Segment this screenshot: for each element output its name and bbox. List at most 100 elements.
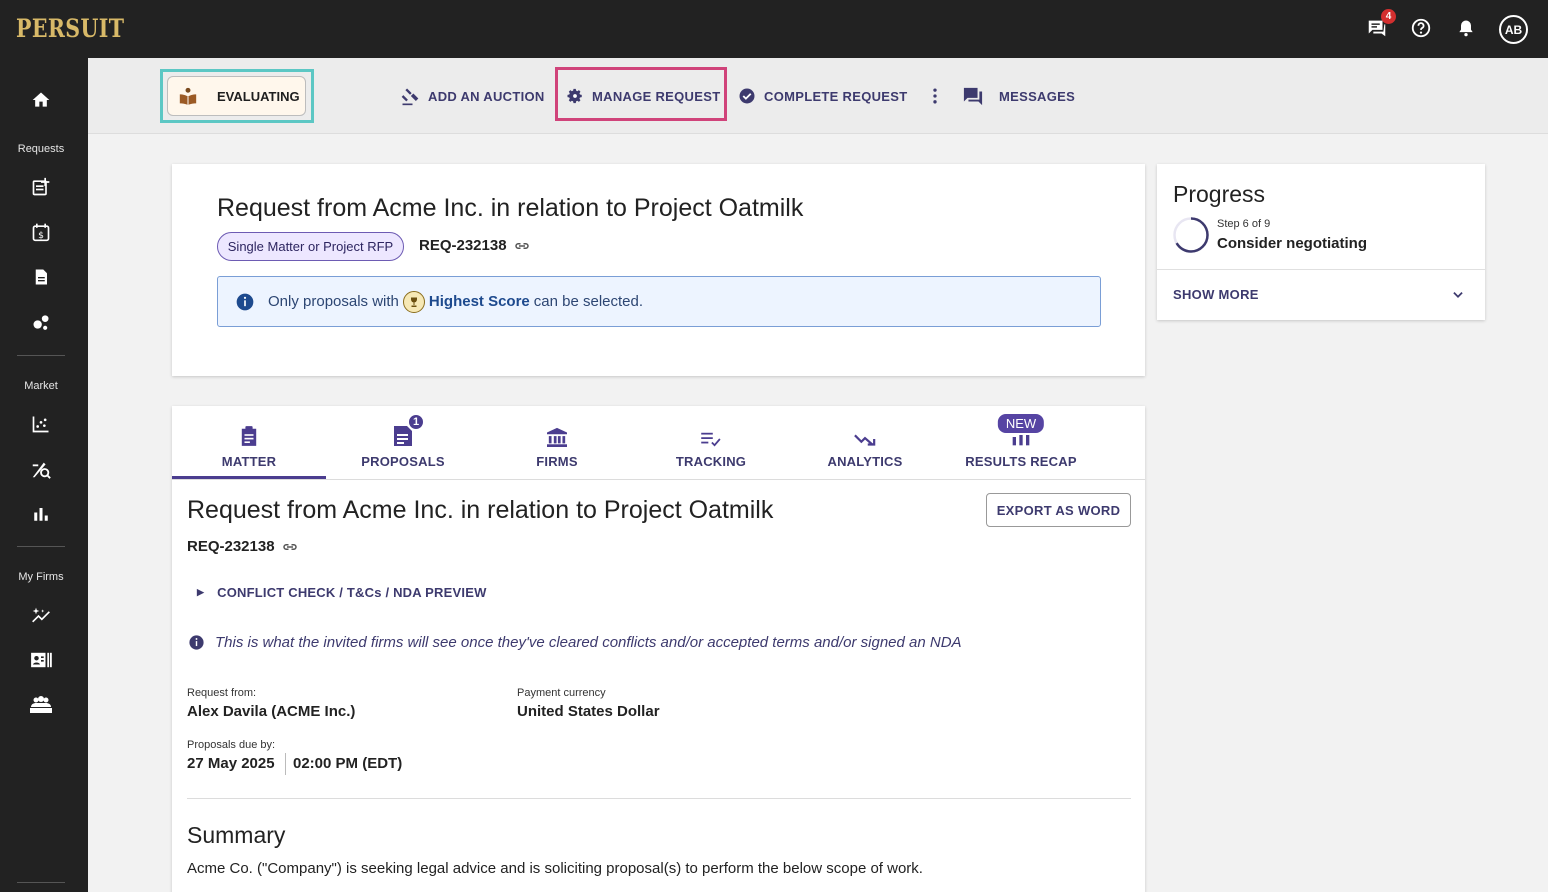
tab-proposals[interactable]: 1 PROPOSALS (326, 413, 480, 479)
tab-matter-label: MATTER (221, 454, 277, 469)
tab-matter[interactable]: MATTER (172, 415, 326, 479)
info-suffix: can be selected. (533, 293, 644, 310)
link-icon[interactable] (281, 542, 299, 552)
summary-text: Acme Co. ("Company") is seeking legal ad… (187, 860, 923, 877)
trophy-icon (402, 290, 425, 313)
clipboard-icon (241, 426, 257, 446)
chevron-down-icon[interactable] (1450, 288, 1466, 302)
show-more-button[interactable]: SHOW MORE (1173, 287, 1259, 302)
messages-count-badge: 4 (1381, 9, 1396, 24)
bubbles-icon[interactable] (29, 310, 53, 334)
messages-button[interactable]: MESSAGES (962, 86, 1075, 106)
visibility-note-text: This is what the invited firms will see … (215, 634, 962, 651)
proposals-due-time: 02:00 PM (EDT) (293, 755, 403, 772)
manage-request-button[interactable]: MANAGE REQUEST (566, 86, 720, 106)
progress-ring (1173, 217, 1209, 253)
tab-tracking[interactable]: TRACKING (634, 415, 788, 479)
progress-current-step: Consider negotiating (1217, 235, 1367, 252)
proposals-due-label: Proposals due by: (187, 739, 276, 751)
sidebar-section-requests: Requests (17, 143, 65, 155)
bar-chart-icon[interactable] (29, 502, 53, 526)
contact-card-icon[interactable] (29, 648, 53, 672)
progress-divider (1157, 269, 1485, 270)
scatter-chart-icon[interactable] (29, 412, 53, 436)
request-id-text: REQ-232138 (419, 237, 507, 254)
document-icon[interactable] (29, 265, 53, 289)
conflict-check-toggle[interactable]: ▶ CONFLICT CHECK / T&Cs / NDA PREVIEW (197, 585, 487, 600)
proposals-count-badge: 1 (407, 413, 425, 431)
info-icon (236, 293, 254, 310)
summary-heading: Summary (187, 822, 286, 848)
persuit-logo[interactable]: PERSUIT (16, 14, 124, 43)
top-bar: PERSUIT 4 AB (0, 0, 1548, 58)
tab-results-recap-label: RESULTS RECAP (965, 454, 1077, 469)
bank-icon (547, 427, 567, 447)
sidebar-divider (17, 882, 65, 883)
sparkle-trend-icon[interactable] (29, 604, 53, 628)
tab-tracking-label: TRACKING (675, 454, 747, 469)
request-type-pill: Single Matter or Project RFP (217, 232, 404, 261)
sidebar-divider (17, 355, 65, 356)
groups-icon[interactable] (29, 693, 53, 717)
more-options-button[interactable] (928, 86, 950, 106)
request-id: REQ-232138 (419, 237, 531, 254)
pen-search-icon[interactable] (29, 457, 53, 481)
gavel-icon (401, 88, 419, 106)
conflict-check-label: CONFLICT CHECK / T&Cs / NDA PREVIEW (217, 585, 487, 600)
tab-results-recap[interactable]: NEW RESULTS RECAP (944, 412, 1098, 479)
info-banner: Only proposals with Highest Score can be… (217, 276, 1101, 327)
manage-request-label: MANAGE REQUEST (592, 88, 721, 104)
check-circle-icon (739, 88, 755, 104)
tab-firms-label: FIRMS (536, 454, 578, 469)
status-label: EVALUATING (217, 88, 300, 104)
section-divider (187, 798, 1131, 799)
avatar[interactable]: AB (1499, 15, 1528, 44)
forum-icon (963, 87, 983, 106)
trend-down-icon (854, 434, 876, 446)
request-title: Request from Acme Inc. in relation to Pr… (217, 194, 804, 222)
add-auction-button[interactable]: ADD AN AUCTION (400, 86, 545, 106)
matter-request-id-text: REQ-232138 (187, 538, 275, 555)
svg-text:$: $ (38, 230, 44, 241)
tab-proposals-label: PROPOSALS (361, 454, 445, 469)
messages-label: MESSAGES (999, 88, 1076, 104)
request-from-label: Request from: (187, 687, 257, 699)
payment-currency-value: United States Dollar (517, 703, 660, 720)
matter-title: Request from Acme Inc. in relation to Pr… (187, 496, 774, 524)
reading-icon (178, 86, 198, 106)
caret-right-icon: ▶ (197, 587, 205, 597)
status-chip[interactable]: EVALUATING (167, 76, 306, 116)
request-from-value: Alex Davila (ACME Inc.) (187, 703, 356, 720)
sidebar-divider (17, 546, 65, 547)
add-auction-label: ADD AN AUCTION (428, 88, 545, 104)
new-badge: NEW (995, 412, 1047, 435)
complete-request-label: COMPLETE REQUEST (764, 88, 908, 104)
tab-bar-border (172, 479, 1145, 480)
date-time-divider (285, 753, 286, 775)
tab-firms[interactable]: FIRMS (480, 415, 634, 479)
home-icon[interactable] (29, 88, 53, 112)
proposals-due-date: 27 May 2025 (187, 755, 275, 772)
info-prefix: Only proposals with (268, 293, 399, 310)
tab-analytics-label: ANALYTICS (827, 454, 903, 469)
visibility-note: This is what the invited firms will see … (188, 634, 962, 651)
help-icon[interactable] (1408, 15, 1434, 41)
payment-currency-label: Payment currency (517, 687, 606, 699)
matter-request-id: REQ-232138 (187, 538, 299, 555)
info-highlight: Highest Score (428, 293, 530, 310)
complete-request-button[interactable]: COMPLETE REQUEST (738, 86, 907, 106)
edit-note-icon[interactable] (29, 175, 53, 199)
progress-title: Progress (1173, 181, 1266, 207)
checklist-icon (701, 432, 721, 447)
chat-icon[interactable]: 4 (1364, 9, 1396, 41)
sidebar-section-market: Market (24, 380, 58, 392)
export-as-word-button[interactable]: EXPORT AS WORD (986, 493, 1131, 527)
calendar-dollar-icon[interactable]: $ (29, 220, 53, 244)
link-icon[interactable] (513, 241, 531, 251)
bell-icon[interactable] (1453, 15, 1479, 41)
tab-analytics[interactable]: ANALYTICS (788, 415, 942, 479)
gear-icon (567, 88, 582, 104)
progress-step: Step 6 of 9 (1217, 218, 1271, 230)
more-vertical-icon (933, 88, 937, 104)
info-icon (189, 635, 204, 650)
